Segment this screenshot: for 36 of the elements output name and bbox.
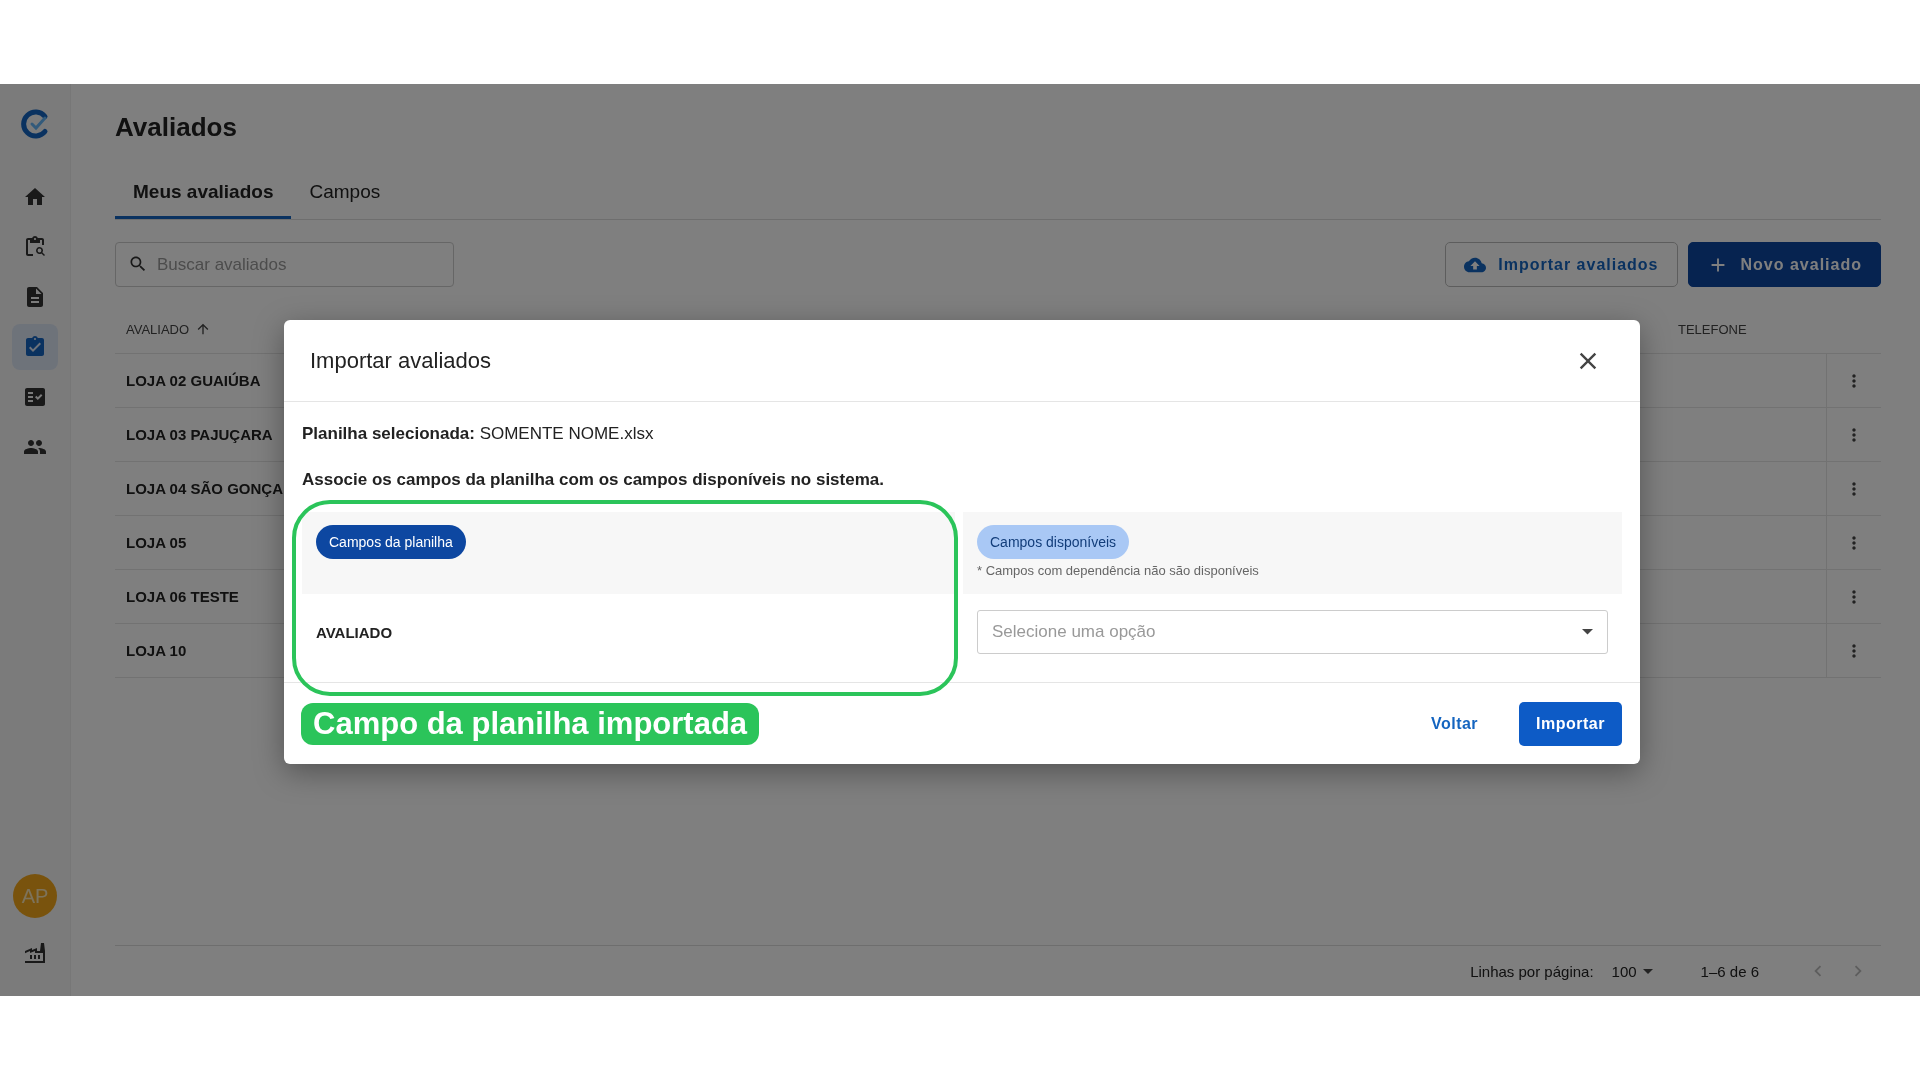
- column-chip: Campos disponíveis: [977, 525, 1130, 559]
- table-cell: LOJA 04 SÃO GONÇA: [126, 480, 283, 497]
- import-button[interactable]: Importar: [1519, 701, 1622, 746]
- search-icon: [128, 254, 148, 274]
- column-chip: Campos da planilha: [316, 525, 466, 559]
- table-cell: LOJA 05: [126, 534, 187, 551]
- page-title: Avaliados: [115, 112, 238, 144]
- back-button[interactable]: Voltar: [1413, 701, 1496, 746]
- rows-per-page-select[interactable]: 100: [1611, 962, 1653, 980]
- rows-per-page-label: Linhas por página:: [1470, 962, 1594, 980]
- dropdown-arrow-icon: [1582, 629, 1593, 635]
- new-button[interactable]: Novo avaliado: [1687, 242, 1881, 287]
- field-name: AVALIADO: [316, 623, 393, 641]
- selected-file-text: Planilha selecionada: SOMENTE NOME.xlsx: [302, 424, 655, 444]
- dialog-title: Importar avaliados: [310, 347, 491, 374]
- instruction-text: Associe os campos da planilha com os campos disponíveis no sistema.: [302, 470, 885, 490]
- column-header[interactable]: AVALIADO: [126, 321, 190, 337]
- page-range: 1–6 de 6: [1700, 962, 1759, 980]
- tab[interactable]: Campos: [291, 175, 399, 219]
- tab[interactable]: Meus avaliados: [115, 175, 292, 219]
- clipboard-search-icon: [23, 235, 47, 259]
- factory-icon[interactable]: [23, 941, 47, 965]
- column-header[interactable]: TELEFONE: [1678, 321, 1747, 337]
- note-text: * Campos com dependência não são disponíveis: [977, 563, 1259, 578]
- annotation-label: Campo da planilha importada: [301, 702, 760, 745]
- table-cell: LOJA 06 TESTE: [126, 588, 239, 605]
- checklist-icon: [23, 385, 47, 409]
- logo-icon[interactable]: [19, 108, 51, 140]
- table-cell: LOJA 03 PAJUÇARA: [126, 426, 273, 443]
- table-cell: LOJA 10: [126, 642, 187, 659]
- clipboard-check-icon: [23, 335, 47, 359]
- import-button[interactable]: Importar avaliados: [1445, 242, 1678, 287]
- table-cell: LOJA 02 GUAIÚBA: [126, 372, 261, 389]
- option-select[interactable]: Selecione uma opção: [977, 610, 1608, 654]
- nav-item[interactable]: [12, 324, 58, 370]
- dropdown-arrow-icon: [1642, 968, 1653, 974]
